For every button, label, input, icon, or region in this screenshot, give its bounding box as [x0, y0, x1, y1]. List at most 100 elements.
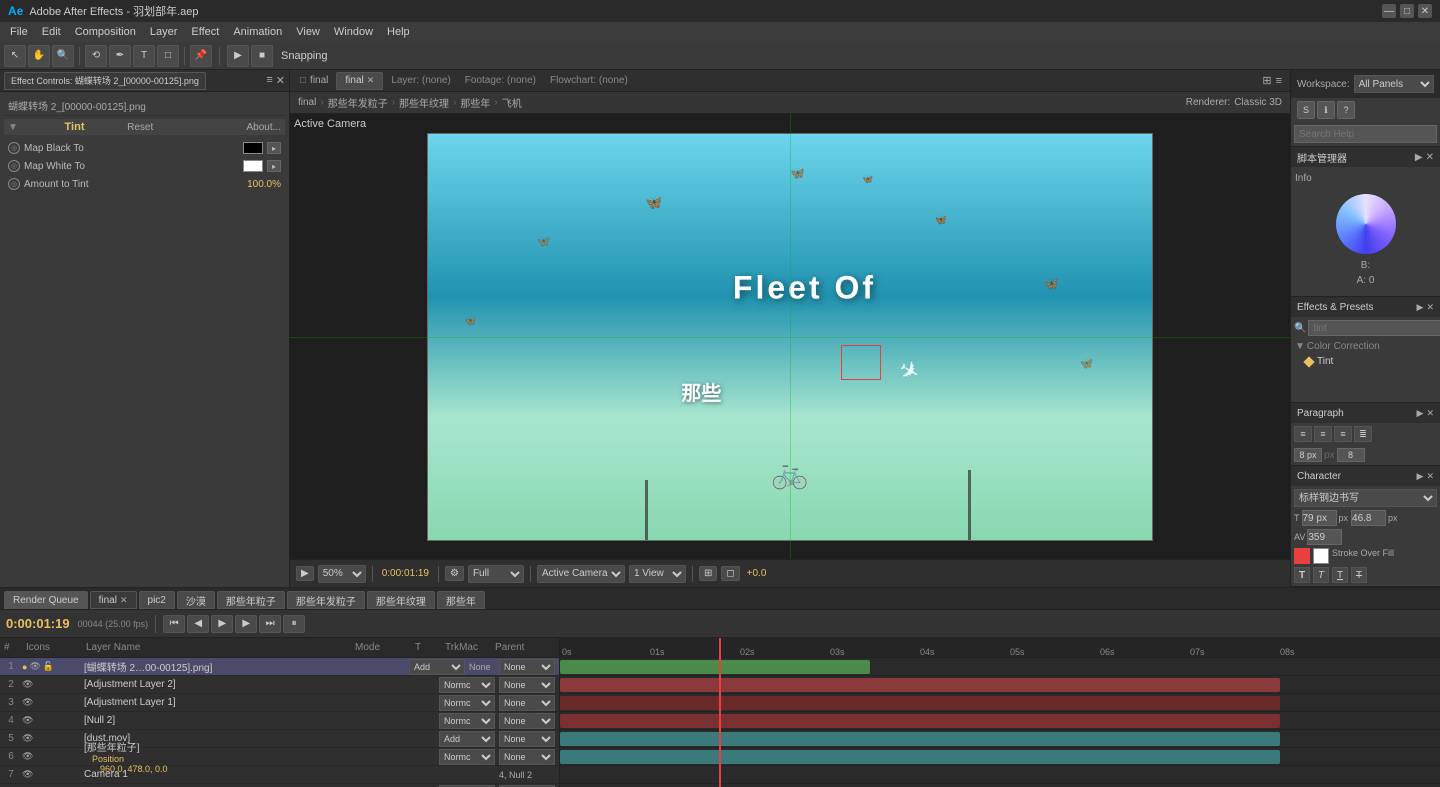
tint-effect-item[interactable]: Tint [1291, 354, 1440, 369]
comp-viewport[interactable]: Active Camera 🦋 🦋 🦋 🦋 🦋 [290, 114, 1290, 559]
menu-animation[interactable]: Animation [227, 24, 288, 40]
menu-composition[interactable]: Composition [69, 24, 142, 40]
tl-tab-naxie3[interactable]: 那些年纹理 [367, 591, 435, 609]
tl-close-final[interactable]: ✕ [120, 595, 128, 606]
rotate-tool[interactable]: ⟲ [85, 45, 107, 67]
layer-1-parent[interactable]: None [499, 659, 555, 675]
table-row[interactable]: 1 ● 👁 🔓 [蝴蝶转场 2…00-00125].png] Add None … [0, 658, 559, 676]
white-color-swatch[interactable] [243, 160, 263, 172]
layer-2-mode[interactable]: Normc [439, 677, 495, 693]
effects-search-input[interactable] [1308, 320, 1440, 336]
white-cycle-icon[interactable]: ◎ [8, 160, 20, 172]
font-select[interactable]: 标样钢边书写 [1294, 489, 1437, 507]
underline-btn[interactable]: T [1332, 567, 1348, 583]
table-row[interactable]: 7 👁 Camera 1 4, Null 2 [0, 766, 559, 784]
minimize-button[interactable]: — [1382, 4, 1396, 18]
black-arrow[interactable]: ▸ [267, 142, 281, 154]
layer-6-eye[interactable]: 👁 [22, 751, 33, 762]
playhead[interactable] [719, 638, 721, 787]
font-size-input[interactable] [1302, 510, 1337, 526]
menu-effect[interactable]: Effect [185, 24, 225, 40]
tl-to-start[interactable]: ⏮ [163, 615, 185, 633]
stroke-color-swatch[interactable] [1294, 548, 1310, 564]
layer-4-eye[interactable]: 👁 [22, 715, 33, 726]
strikethrough-btn[interactable]: T [1351, 567, 1367, 583]
table-row[interactable]: 4 👁 [Null 2] Normc None [0, 712, 559, 730]
align-left-btn[interactable]: ≡ [1294, 426, 1312, 442]
tl-ram-preview[interactable]: ⏸ [283, 615, 305, 633]
zoom-tool[interactable]: 🔍 [52, 45, 74, 67]
bc-naxie3[interactable]: 那些年 [460, 95, 490, 110]
bc-feiji[interactable]: 飞机 [502, 95, 522, 110]
kerning-input[interactable] [1307, 529, 1342, 545]
tl-to-end[interactable]: ⏭ [259, 615, 281, 633]
effects-close-icon[interactable]: ✕ [1426, 302, 1434, 313]
bc-final[interactable]: final [298, 97, 316, 108]
grid-btn[interactable]: ⊞ [699, 566, 717, 581]
char-close-icon[interactable]: ✕ [1426, 471, 1434, 482]
tl-tab-pic2[interactable]: pic2 [139, 591, 175, 609]
color-correction-category[interactable]: ▼ Color Correction [1291, 339, 1440, 354]
color-wheel[interactable] [1336, 194, 1396, 254]
pin-tool[interactable]: 📌 [190, 45, 212, 67]
info-icon[interactable]: ℹ [1317, 101, 1335, 119]
layer-6-parent[interactable]: None [499, 749, 555, 765]
tl-play[interactable]: ▶ [211, 615, 233, 633]
render-btn[interactable]: ▶ [227, 45, 249, 67]
maximize-button[interactable]: □ [1400, 4, 1414, 18]
panel-menu-icon[interactable]: ≡ [266, 74, 272, 87]
para-close-icon[interactable]: ✕ [1426, 408, 1434, 419]
layer-1-eye[interactable]: 👁 [29, 661, 40, 672]
help-search-icon[interactable]: ? [1337, 101, 1355, 119]
select-tool[interactable]: ↖ [4, 45, 26, 67]
layer-6-mode[interactable]: Normc [439, 749, 495, 765]
tl-tab-naxie2[interactable]: 那些年发粒子 [287, 591, 365, 609]
effect-controls-tab[interactable]: Effect Controls: 蝴蝶转场 2_[00000-00125].pn… [4, 72, 206, 90]
layer-7-eye[interactable]: 👁 [22, 769, 33, 780]
table-row[interactable]: 3 👁 [Adjustment Layer 1] Normc None [0, 694, 559, 712]
comp-tab-final[interactable]: final ✕ [336, 72, 383, 90]
layer-4-parent[interactable]: None [499, 713, 555, 729]
close-icon[interactable]: ✕ [1426, 152, 1434, 163]
close-button[interactable]: ✕ [1418, 4, 1432, 18]
layer-4-mode[interactable]: Normc [439, 713, 495, 729]
char-expand-icon[interactable]: ▶ [1417, 471, 1424, 482]
view-select[interactable]: 1 View 2 Views [629, 565, 686, 583]
menu-layer[interactable]: Layer [144, 24, 184, 40]
mask-btn[interactable]: ◻ [721, 566, 739, 581]
tl-prev-frame[interactable]: ◀ [187, 615, 209, 633]
quality-select[interactable]: Full Half Quarter [468, 565, 524, 583]
bold-btn[interactable]: T [1294, 567, 1310, 583]
tl-tab-naxie1[interactable]: 那些年粒子 [217, 591, 285, 609]
panel-close-icon[interactable]: ✕ [276, 74, 285, 87]
layer-1-mode[interactable]: Add [409, 659, 465, 675]
menu-file[interactable]: File [4, 24, 34, 40]
workspace-select[interactable]: All Panels [1354, 75, 1434, 93]
align-center-btn[interactable]: ≡ [1314, 426, 1332, 442]
tl-tab-shaamo[interactable]: 沙漠 [177, 591, 215, 609]
effects-expand-icon[interactable]: ▶ [1417, 302, 1424, 313]
amount-value[interactable]: 100.0% [247, 179, 281, 190]
align-right-btn[interactable]: ≡ [1334, 426, 1352, 442]
bc-naxie2[interactable]: 那些年纹理 [399, 95, 449, 110]
layer-3-parent[interactable]: None [499, 695, 555, 711]
para-expand-icon[interactable]: ▶ [1417, 408, 1424, 419]
fill-color-swatch[interactable] [1313, 548, 1329, 564]
italic-btn[interactable]: T [1313, 567, 1329, 583]
menu-window[interactable]: Window [328, 24, 379, 40]
layer-2-parent[interactable]: None [499, 677, 555, 693]
tl-tab-final[interactable]: final ✕ [90, 591, 137, 609]
timeline-track[interactable]: 0s 01s 02s 03s 04s 05s 06s 07s 08s [560, 638, 1440, 787]
layer-5-mode[interactable]: Add [439, 731, 495, 747]
layer-2-eye[interactable]: 👁 [22, 679, 33, 690]
pen-tool[interactable]: ✒ [109, 45, 131, 67]
menu-view[interactable]: View [290, 24, 326, 40]
tl-next-frame[interactable]: ▶ [235, 615, 257, 633]
black-cycle-icon[interactable]: ◎ [8, 142, 20, 154]
layer-3-mode[interactable]: Normc [439, 695, 495, 711]
black-color-swatch[interactable] [243, 142, 263, 154]
table-row[interactable]: 6 👁 [那些年粒子] Position 960.0, 478.0, 0.0 N… [0, 748, 559, 766]
white-arrow[interactable]: ▸ [267, 160, 281, 172]
leading-input[interactable] [1351, 510, 1386, 526]
amount-cycle-icon[interactable]: ◎ [8, 178, 20, 190]
